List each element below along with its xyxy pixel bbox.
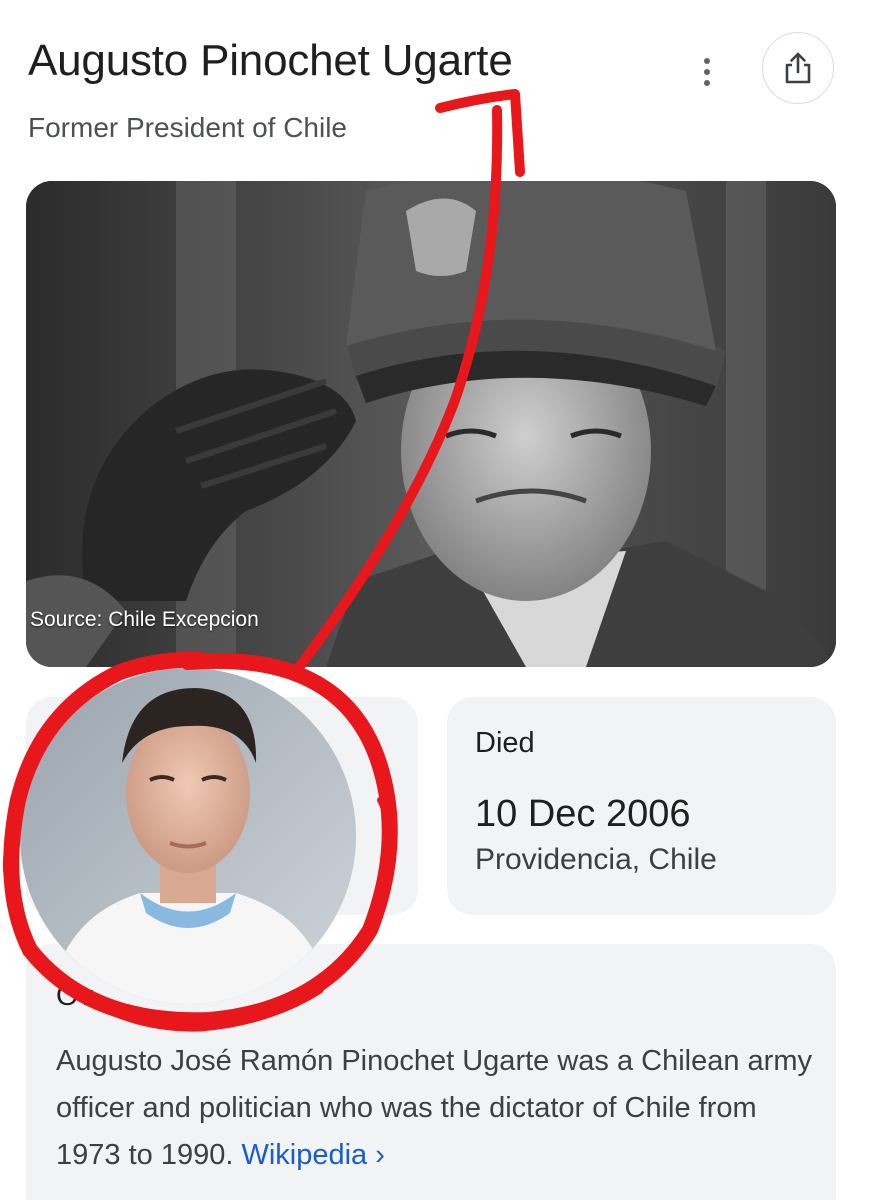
- died-place: Providencia, Chile: [475, 843, 717, 876]
- chevron-right-icon: ›: [375, 1139, 385, 1171]
- share-icon: [785, 52, 811, 84]
- page-title: Augusto Pinochet Ugarte: [28, 36, 513, 85]
- wikipedia-link[interactable]: Wikipedia ›: [241, 1139, 384, 1171]
- overview-heading: Ov: [56, 980, 94, 1012]
- knowledge-panel: Augusto Pinochet Ugarte Former President…: [0, 0, 871, 1200]
- died-card[interactable]: Died 10 Dec 2006 Providencia, Chile: [447, 697, 836, 915]
- died-date: 10 Dec 2006: [475, 793, 691, 835]
- overview-description: Augusto José Ramón Pinochet Ugarte was a…: [56, 1045, 812, 1171]
- died-label: Died: [475, 727, 535, 759]
- overlay-portrait-image: [20, 668, 356, 1004]
- share-button[interactable]: [762, 32, 834, 104]
- overview-text: Augusto José Ramón Pinochet Ugarte was a…: [56, 1038, 816, 1179]
- more-options-button[interactable]: [690, 52, 724, 92]
- main-photo[interactable]: [26, 181, 836, 667]
- photo-source: Source: Chile Excepcion: [30, 608, 259, 631]
- photo-image: [26, 181, 836, 667]
- page-subtitle: Former President of Chile: [28, 112, 348, 143]
- overlay-portrait: [20, 668, 356, 1004]
- more-vert-icon: [704, 58, 710, 64]
